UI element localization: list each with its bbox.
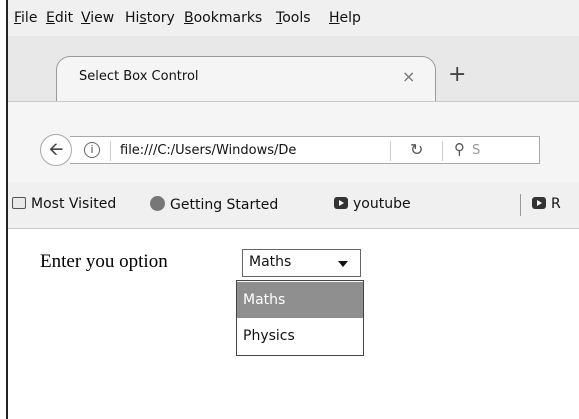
menu-edit[interactable]: Edit xyxy=(46,0,73,36)
bookmark-r[interactable]: R xyxy=(532,196,561,212)
menu-help[interactable]: Help xyxy=(329,0,361,36)
youtube-icon xyxy=(334,197,348,209)
bookmark-divider xyxy=(520,194,521,216)
info-icon[interactable]: i xyxy=(84,142,100,158)
url-divider xyxy=(110,141,111,161)
option-physics[interactable]: Physics xyxy=(237,318,363,354)
reload-icon[interactable]: ↻ xyxy=(410,140,423,159)
tab-select-box-control[interactable]: Select Box Control × xyxy=(56,56,436,101)
new-tab-button[interactable]: + xyxy=(448,64,466,86)
url-text[interactable]: file:///C:/Users/Windows/De xyxy=(120,143,356,158)
menu-history[interactable]: History xyxy=(125,0,175,36)
back-button[interactable]: 🡨 xyxy=(40,134,72,166)
menu-tools[interactable]: Tools xyxy=(276,0,311,36)
url-divider xyxy=(390,141,391,161)
tab-strip: Select Box Control × + xyxy=(8,36,579,101)
tab-title: Select Box Control xyxy=(79,69,199,84)
subject-select[interactable]: Maths xyxy=(242,249,361,277)
navigation-bar: i file:///C:/Users/Windows/De ↻ ⚲ S 🡨 xyxy=(8,101,579,183)
bookmark-getting-started[interactable]: Getting Started xyxy=(150,196,278,213)
back-arrow-icon: 🡨 xyxy=(48,139,64,160)
close-icon[interactable]: × xyxy=(402,67,415,86)
bookmark-youtube[interactable]: youtube xyxy=(334,196,411,212)
select-value: Maths xyxy=(249,254,292,270)
bookmark-folder-icon xyxy=(12,197,26,209)
menu-file[interactable]: File xyxy=(14,0,37,36)
chevron-down-icon xyxy=(338,261,348,267)
option-prompt-label: Enter you option xyxy=(40,251,168,272)
bookmark-most-visited[interactable]: Most Visited xyxy=(12,196,116,212)
menu-view[interactable]: View xyxy=(81,0,114,36)
option-maths[interactable]: Maths xyxy=(237,282,363,318)
bookmarks-toolbar: Most Visited Getting Started youtube R xyxy=(8,182,579,229)
select-dropdown-list: Maths Physics xyxy=(236,280,364,356)
youtube-icon xyxy=(532,197,546,209)
search-icon: ⚲ xyxy=(454,140,465,158)
url-divider xyxy=(442,141,443,161)
menu-bookmarks[interactable]: Bookmarks xyxy=(184,0,262,36)
firefox-icon xyxy=(150,196,165,211)
browser-window: File Edit View History Bookmarks Tools H… xyxy=(6,0,579,419)
menu-bar: File Edit View History Bookmarks Tools H… xyxy=(8,0,579,36)
search-input[interactable]: S xyxy=(472,143,480,158)
page-content: Enter you option Maths Maths Physics xyxy=(8,229,579,419)
url-bar[interactable]: i file:///C:/Users/Windows/De ↻ ⚲ S xyxy=(70,136,540,164)
